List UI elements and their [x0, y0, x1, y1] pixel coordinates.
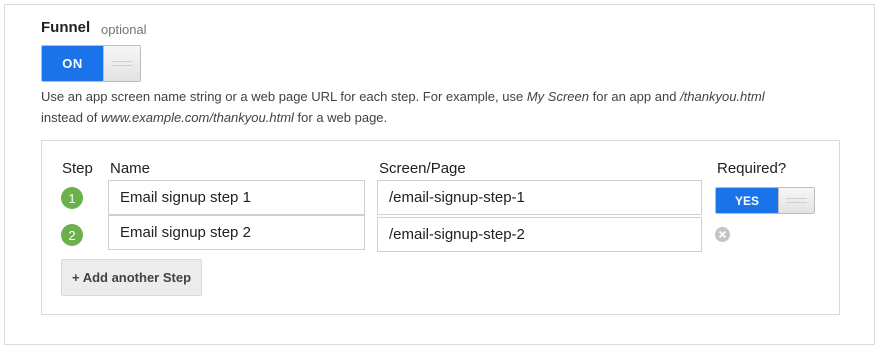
step-page-input[interactable]: /email-signup-step-1 [377, 180, 702, 215]
toggle-knob [103, 46, 140, 81]
step-number-badge: 2 [61, 224, 83, 246]
step-number-badge: 1 [61, 187, 83, 209]
description-text: instead of [41, 110, 101, 125]
funnel-optional-label: optional [101, 22, 147, 37]
description-example-app: My Screen [526, 89, 589, 104]
add-another-step-button[interactable]: + Add another Step [61, 259, 202, 296]
funnel-toggle-label: ON [42, 46, 103, 81]
description-example-url: www.example.com/thankyou.html [101, 110, 294, 125]
description-text: Use an app screen name string or a web p… [41, 89, 527, 104]
funnel-toggle[interactable]: ON [41, 45, 141, 82]
column-header-step: Step [62, 160, 93, 177]
description-example-path: /thankyou.html [680, 89, 765, 104]
required-toggle[interactable]: YES [715, 187, 815, 214]
required-toggle-label: YES [716, 188, 778, 213]
funnel-title: Funnel [41, 19, 91, 36]
step-name-input[interactable]: Email signup step 2 [108, 215, 365, 250]
step-name-input[interactable]: Email signup step 1 [108, 180, 365, 215]
description-text: for a web page. [293, 110, 388, 125]
column-header-name: Name [110, 160, 151, 177]
step-page-input[interactable]: /email-signup-step-2 [377, 217, 702, 252]
column-header-required: Required? [717, 160, 787, 177]
toggle-knob [778, 188, 814, 213]
funnel-description: Use an app screen name string or a web p… [41, 86, 841, 128]
column-header-screen-page: Screen/Page [379, 160, 466, 177]
close-circle-icon[interactable] [715, 227, 730, 242]
description-text: for an app and [588, 89, 681, 104]
close-icon [718, 230, 727, 239]
